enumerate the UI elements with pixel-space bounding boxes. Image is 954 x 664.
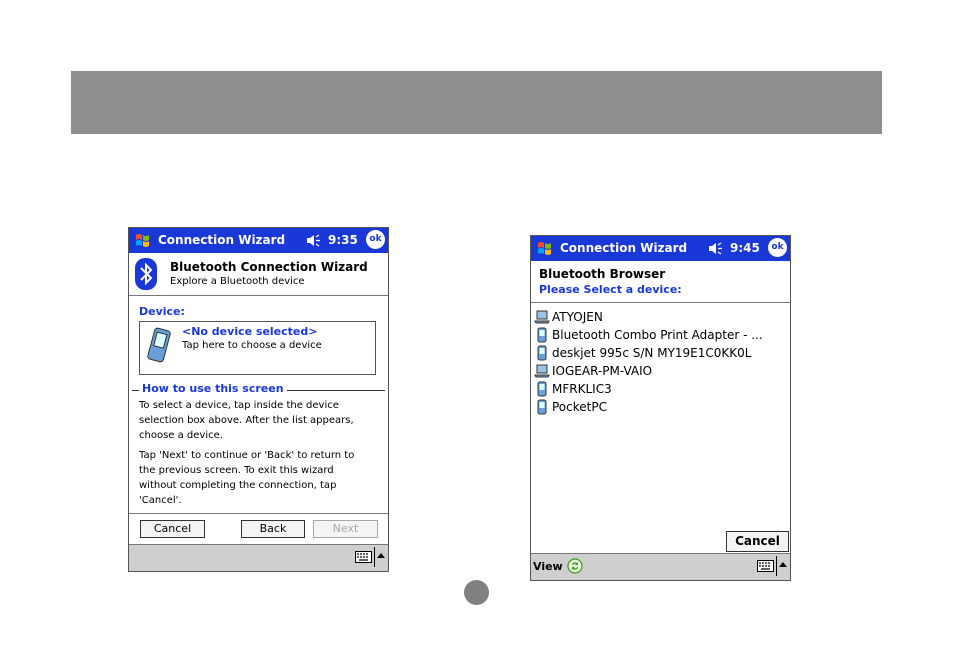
cancel-button[interactable]: Cancel (726, 531, 789, 552)
instructions-paragraph-1: To select a device, tap inside the devic… (139, 398, 379, 443)
title-bar: Connection Wizard 9:35 ok (129, 228, 388, 253)
sip-arrow-up-icon[interactable] (779, 562, 787, 567)
refresh-icon[interactable] (567, 558, 583, 574)
next-button[interactable]: Next (313, 520, 378, 538)
sip-divider (374, 547, 375, 567)
wizard-title: Bluetooth Connection Wizard (170, 260, 368, 274)
browser-title: Bluetooth Browser (539, 267, 666, 281)
device-name: Bluetooth Combo Print Adapter - ... (552, 328, 763, 342)
device-name: MFRKLIC3 (552, 382, 612, 396)
app-title: Connection Wizard (560, 241, 688, 255)
pda-icon (537, 345, 547, 361)
app-title: Connection Wizard (158, 233, 286, 247)
instruction-line: To select a device, tap inside the devic… (139, 400, 339, 411)
speaker-icon[interactable] (306, 234, 322, 247)
cancel-button[interactable]: Cancel (140, 520, 205, 538)
instructions-paragraph-2: Tap 'Next' to continue or 'Back' to retu… (139, 448, 379, 508)
wizard-subtitle: Explore a Bluetooth device (170, 276, 305, 287)
ok-button[interactable]: ok (366, 230, 385, 249)
sip-divider (776, 556, 777, 576)
ok-button[interactable]: ok (768, 238, 787, 257)
select-device-prompt: Please Select a device: (539, 283, 682, 296)
list-item[interactable]: PocketPC (534, 398, 763, 416)
instruction-line: 'Cancel'. (139, 495, 182, 506)
windows-start-icon[interactable] (132, 231, 154, 250)
keyboard-icon[interactable] (757, 560, 774, 572)
bluetooth-browser-screen: Connection Wizard 9:45 ok Bluetooth Brow… (530, 235, 791, 581)
choose-device-hint: Tap here to choose a device (182, 340, 322, 351)
instruction-line: without completing the connection, tap (139, 480, 337, 491)
title-bar: Connection Wizard 9:45 ok (531, 236, 790, 261)
pda-icon (537, 381, 547, 397)
pda-icon (537, 399, 547, 415)
instruction-line: Tap 'Next' to continue or 'Back' to retu… (139, 450, 355, 461)
device-selection-box[interactable]: <No device selected> Tap here to choose … (139, 321, 376, 375)
browser-header: Bluetooth Browser Please Select a device… (531, 261, 790, 303)
menu-bar (129, 544, 388, 571)
list-item[interactable]: ATYOJEN (534, 308, 763, 326)
button-row-divider (129, 513, 388, 514)
device-name: ATYOJEN (552, 310, 603, 324)
howto-heading: How to use this screen (139, 382, 287, 395)
page-number-dot (464, 580, 489, 605)
menu-bar: View (531, 553, 790, 580)
clock[interactable]: 9:35 (328, 233, 358, 247)
keyboard-icon[interactable] (355, 551, 372, 563)
connection-wizard-screen: Connection Wizard 9:35 ok Bluetooth Conn… (128, 227, 389, 572)
list-item[interactable]: deskjet 995c S/N MY19E1C0KK0L (534, 344, 763, 362)
no-device-selected-text: <No device selected> (182, 325, 318, 338)
laptop-icon (534, 364, 550, 378)
device-label: Device: (139, 305, 185, 318)
windows-start-icon[interactable] (534, 239, 556, 258)
wizard-header: Bluetooth Connection Wizard Explore a Bl… (129, 253, 388, 296)
pda-icon (537, 327, 547, 343)
device-list: ATYOJEN Bluetooth Combo Print Adapter - … (534, 308, 763, 416)
device-name: deskjet 995c S/N MY19E1C0KK0L (552, 346, 752, 360)
header-banner (71, 71, 882, 134)
instruction-line: choose a device. (139, 430, 223, 441)
device-name: PocketPC (552, 400, 607, 414)
sip-arrow-up-icon[interactable] (377, 553, 385, 558)
view-menu[interactable]: View (533, 560, 563, 573)
list-item[interactable]: MFRKLIC3 (534, 380, 763, 398)
back-button[interactable]: Back (241, 520, 305, 538)
clock[interactable]: 9:45 (730, 241, 760, 255)
list-item[interactable]: IOGEAR-PM-VAIO (534, 362, 763, 380)
device-name: IOGEAR-PM-VAIO (552, 364, 653, 378)
instruction-line: the previous screen. To exit this wizard (139, 465, 334, 476)
instruction-line: selection box above. After the list appe… (139, 415, 354, 426)
list-item[interactable]: Bluetooth Combo Print Adapter - ... (534, 326, 763, 344)
laptop-icon (534, 310, 550, 324)
pda-icon (147, 327, 171, 363)
bluetooth-icon (135, 258, 157, 290)
speaker-icon[interactable] (708, 242, 724, 255)
